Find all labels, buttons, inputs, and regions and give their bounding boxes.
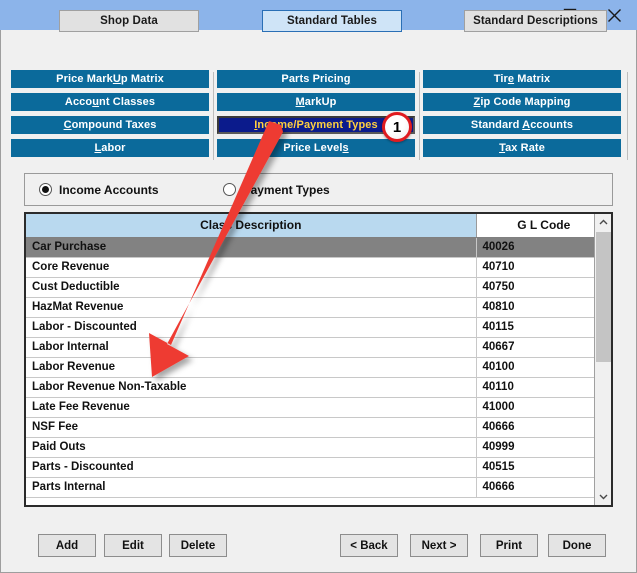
tab-standard-descriptions[interactable]: Standard Descriptions — [464, 10, 607, 32]
table-row[interactable]: Labor - Discounted 40115 — [26, 317, 594, 338]
section-tab-row: Shop Data Standard Tables Standard Descr… — [0, 10, 635, 36]
cell-gl-code: 40999 — [475, 437, 594, 458]
cell-class-description: Paid Outs — [26, 437, 476, 458]
cell-gl-code: 40667 — [475, 337, 594, 358]
radio-payment-types[interactable]: Payment Types — [222, 182, 330, 197]
cell-gl-code: 40100 — [475, 357, 594, 378]
next-button[interactable]: Next > — [410, 534, 468, 557]
back-button[interactable]: < Back — [340, 534, 398, 557]
table-row[interactable]: HazMat Revenue 40810 — [26, 297, 594, 318]
nav-button-tire-matrix[interactable]: Tire Matrix — [423, 70, 621, 88]
nav-button-grid: Price MarkUp Matrix Account Classes Comp… — [0, 70, 635, 162]
nav-button-price-levels[interactable]: Price Levels — [217, 139, 415, 157]
column-divider — [627, 72, 628, 160]
table-row[interactable]: NSF Fee 40666 — [26, 417, 594, 438]
cell-gl-code: 40110 — [475, 377, 594, 398]
nav-button-labor[interactable]: Labor — [11, 139, 209, 157]
cell-gl-code: 40115 — [475, 317, 594, 338]
delete-button[interactable]: Delete — [169, 534, 227, 557]
table-header-row: Class Description G L Code — [26, 214, 594, 238]
nav-button-zip-code-mapping[interactable]: Zip Code Mapping — [423, 93, 621, 111]
cell-gl-code: 40810 — [475, 297, 594, 318]
cell-gl-code: 40666 — [475, 477, 594, 498]
nav-button-tax-rate[interactable]: Tax Rate — [423, 139, 621, 157]
cell-class-description: Labor - Discounted — [26, 317, 476, 338]
nav-button-compound-taxes[interactable]: Compound Taxes — [11, 116, 209, 134]
scroll-up-arrow-icon[interactable] — [595, 214, 611, 231]
table-row[interactable]: Labor Internal 40667 — [26, 337, 594, 358]
radio-payment-types-label: Payment Types — [242, 182, 330, 197]
action-button-bar: Add Edit Delete < Back Next > Print Done — [0, 534, 637, 558]
cell-class-description: Cust Deductible — [26, 277, 476, 298]
scrollbar-thumb[interactable] — [596, 232, 611, 362]
nav-button-price-markup-matrix[interactable]: Price MarkUp Matrix — [11, 70, 209, 88]
table-row[interactable]: Paid Outs 40999 — [26, 437, 594, 458]
radio-income-accounts[interactable]: Income Accounts — [39, 183, 159, 197]
table-row[interactable]: Labor Revenue Non-Taxable 40110 — [26, 377, 594, 398]
tab-standard-descriptions-label: Standard Descriptions — [473, 15, 598, 27]
callout-badge-number: 1 — [392, 118, 402, 136]
cell-class-description: Parts Internal — [26, 477, 476, 498]
cell-class-description: Labor Revenue — [26, 357, 476, 378]
cell-gl-code: 41000 — [475, 397, 594, 418]
income-accounts-table: Class Description G L Code Car Purchase 4… — [24, 212, 613, 507]
cell-class-description: Core Revenue — [26, 257, 476, 278]
nav-button-parts-pricing[interactable]: Parts Pricing — [217, 70, 415, 88]
application-window: Shop Data Standard Tables Standard Descr… — [0, 0, 637, 573]
cell-class-description: NSF Fee — [26, 417, 476, 438]
table-row[interactable]: Parts Internal 40666 — [26, 477, 594, 498]
cell-gl-code: 40515 — [475, 457, 594, 478]
table-grid: Class Description G L Code Car Purchase 4… — [26, 214, 594, 505]
tab-standard-tables[interactable]: Standard Tables — [262, 10, 402, 32]
scroll-down-arrow-icon[interactable] — [595, 488, 611, 505]
table-row[interactable]: Parts - Discounted 40515 — [26, 457, 594, 478]
table-row[interactable]: Core Revenue 40710 — [26, 257, 594, 278]
table-row[interactable]: Late Fee Revenue 41000 — [26, 397, 594, 418]
cell-gl-code: 40750 — [475, 277, 594, 298]
column-divider — [419, 72, 420, 160]
nav-column-right: Tire Matrix Zip Code Mapping Standard Ac… — [423, 70, 621, 162]
table-row[interactable]: Labor Revenue 40100 — [26, 357, 594, 378]
column-divider — [213, 72, 214, 160]
tab-shop-data-label: Shop Data — [100, 15, 158, 27]
print-button[interactable]: Print — [480, 534, 538, 557]
table-body: Car Purchase 40026 Core Revenue 40710 Cust D… — [26, 237, 594, 498]
radio-selected-icon — [39, 183, 52, 196]
cell-class-description: HazMat Revenue — [26, 297, 476, 318]
callout-badge-1: 1 — [382, 112, 412, 142]
cell-class-description: Labor Revenue Non-Taxable — [26, 377, 476, 398]
table-vertical-scrollbar[interactable] — [594, 214, 611, 505]
radio-unselected-icon — [222, 183, 236, 196]
column-header-gl-code[interactable]: G L Code — [475, 214, 594, 238]
table-row[interactable]: Car Purchase 40026 — [26, 237, 594, 258]
cell-class-description: Parts - Discounted — [26, 457, 476, 478]
table-row[interactable]: Cust Deductible 40750 — [26, 277, 594, 298]
cell-gl-code: 40026 — [475, 237, 594, 258]
account-type-radio-group: Income Accounts Payment Types — [24, 173, 613, 206]
nav-button-markup[interactable]: MarkUp — [217, 93, 415, 111]
radio-income-accounts-label: Income Accounts — [59, 182, 159, 197]
tab-shop-data[interactable]: Shop Data — [59, 10, 199, 32]
column-header-class-description[interactable]: Class Description — [26, 214, 476, 238]
cell-class-description: Labor Internal — [26, 337, 476, 358]
nav-button-standard-accounts[interactable]: Standard Accounts — [423, 116, 621, 134]
nav-button-account-classes[interactable]: Account Classes — [11, 93, 209, 111]
cell-gl-code: 40710 — [475, 257, 594, 278]
edit-button[interactable]: Edit — [104, 534, 162, 557]
cell-class-description: Car Purchase — [26, 237, 476, 258]
cell-gl-code: 40666 — [475, 417, 594, 438]
cell-class-description: Late Fee Revenue — [26, 397, 476, 418]
nav-column-left: Price MarkUp Matrix Account Classes Comp… — [11, 70, 209, 162]
add-button[interactable]: Add — [38, 534, 96, 557]
tab-standard-tables-label: Standard Tables — [286, 15, 378, 27]
done-button[interactable]: Done — [548, 534, 606, 557]
